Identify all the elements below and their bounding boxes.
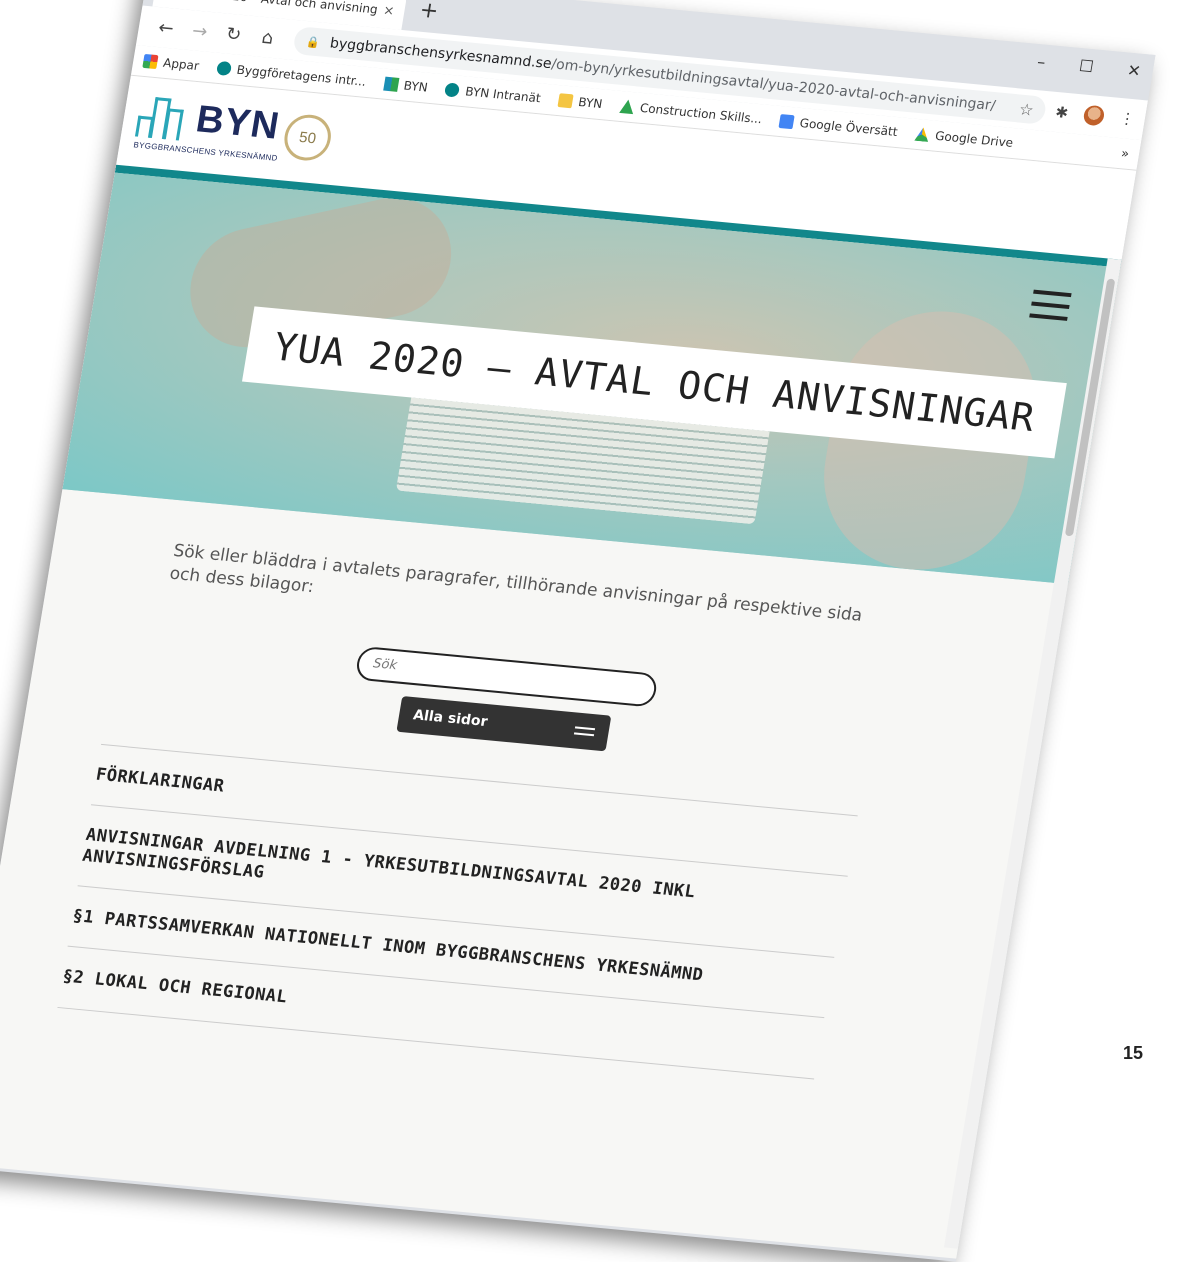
apps-grid-icon [142, 53, 159, 70]
menu-dots-icon[interactable]: ⋮ [1118, 109, 1136, 128]
tab-close-icon[interactable]: × [382, 3, 395, 19]
filter-label: Alla sidor [411, 707, 489, 730]
google-translate-icon [778, 114, 796, 130]
logo-name: BYN [193, 98, 283, 148]
browser-window: YUA 2020 – Avtal och anvisninga × + – ☐ … [0, 0, 1156, 1262]
slide-number: 15 [1122, 1043, 1143, 1063]
bookmark-construction-skills[interactable]: Construction Skills... [619, 98, 764, 127]
bookmark-label: Google Översätt [798, 115, 899, 140]
maximize-icon[interactable]: ☐ [1078, 56, 1095, 76]
filter-menu-icon [573, 722, 596, 740]
bookmark-google-translate[interactable]: Google Översätt [778, 114, 899, 140]
construction-skills-icon [619, 98, 636, 115]
reload-icon[interactable]: ↻ [215, 22, 252, 46]
bookmark-label: BYN [402, 78, 429, 95]
bookmark-label: BYN Intranät [464, 84, 542, 106]
extensions-icon[interactable]: ✱ [1054, 103, 1069, 122]
main-content: Sök eller bläddra i avtalets paragrafer,… [0, 489, 899, 1080]
bookmark-byn-intranat[interactable]: BYN Intranät [444, 82, 542, 106]
bookmark-label: Byggföretagens intr... [235, 62, 368, 89]
bookmark-byn[interactable]: BYN [382, 76, 429, 95]
lock-icon: 🔒 [305, 34, 322, 49]
folder-icon [557, 93, 574, 109]
page-filter-dropdown[interactable]: Alla sidor [396, 695, 612, 752]
bookmark-label: Google Drive [934, 128, 1015, 150]
new-tab-button[interactable]: + [418, 0, 440, 24]
home-icon[interactable]: ⌂ [249, 25, 286, 49]
hamburger-menu-icon[interactable] [1028, 289, 1072, 329]
bookmark-byggforetagens[interactable]: Byggföretagens intr... [215, 60, 368, 89]
back-icon[interactable]: ← [147, 16, 184, 40]
skyline-logo-icon [134, 95, 194, 141]
sharepoint-icon [444, 82, 461, 98]
byn-logo[interactable]: BYN 50 BYGGBRANSCHENS YRKESNÄMND [132, 89, 382, 177]
sharepoint-icon [215, 60, 232, 77]
section-list: FÖRKLARINGAR ANVISNINGAR AVDELNING 1 - Y… [57, 743, 858, 1080]
page-viewport: BYN 50 BYGGBRANSCHENS YRKESNÄMND YUA 202… [0, 75, 1137, 1259]
minimize-icon[interactable]: – [1036, 52, 1047, 72]
google-drive-icon [914, 127, 930, 142]
bookmark-label: Construction Skills... [638, 100, 764, 127]
bookmark-appar[interactable]: Appar [142, 53, 201, 73]
bookmark-byn-folder[interactable]: BYN [557, 93, 603, 111]
bookmark-google-drive[interactable]: Google Drive [914, 127, 1014, 150]
forward-icon[interactable]: → [181, 19, 218, 43]
profile-avatar[interactable] [1082, 104, 1106, 127]
close-window-icon[interactable]: ✕ [1126, 61, 1142, 81]
bookmark-label: Appar [162, 55, 201, 73]
window-controls: – ☐ ✕ [1036, 52, 1142, 81]
bookmark-label: BYN [577, 95, 604, 112]
search-area: Alla sidor [347, 645, 878, 776]
byn-icon [382, 76, 400, 92]
search-input[interactable] [354, 645, 659, 708]
bookmarks-more-icon[interactable]: » [1120, 146, 1130, 162]
anniversary-badge: 50 [280, 112, 335, 163]
bookmark-star-icon[interactable]: ☆ [1018, 99, 1035, 119]
